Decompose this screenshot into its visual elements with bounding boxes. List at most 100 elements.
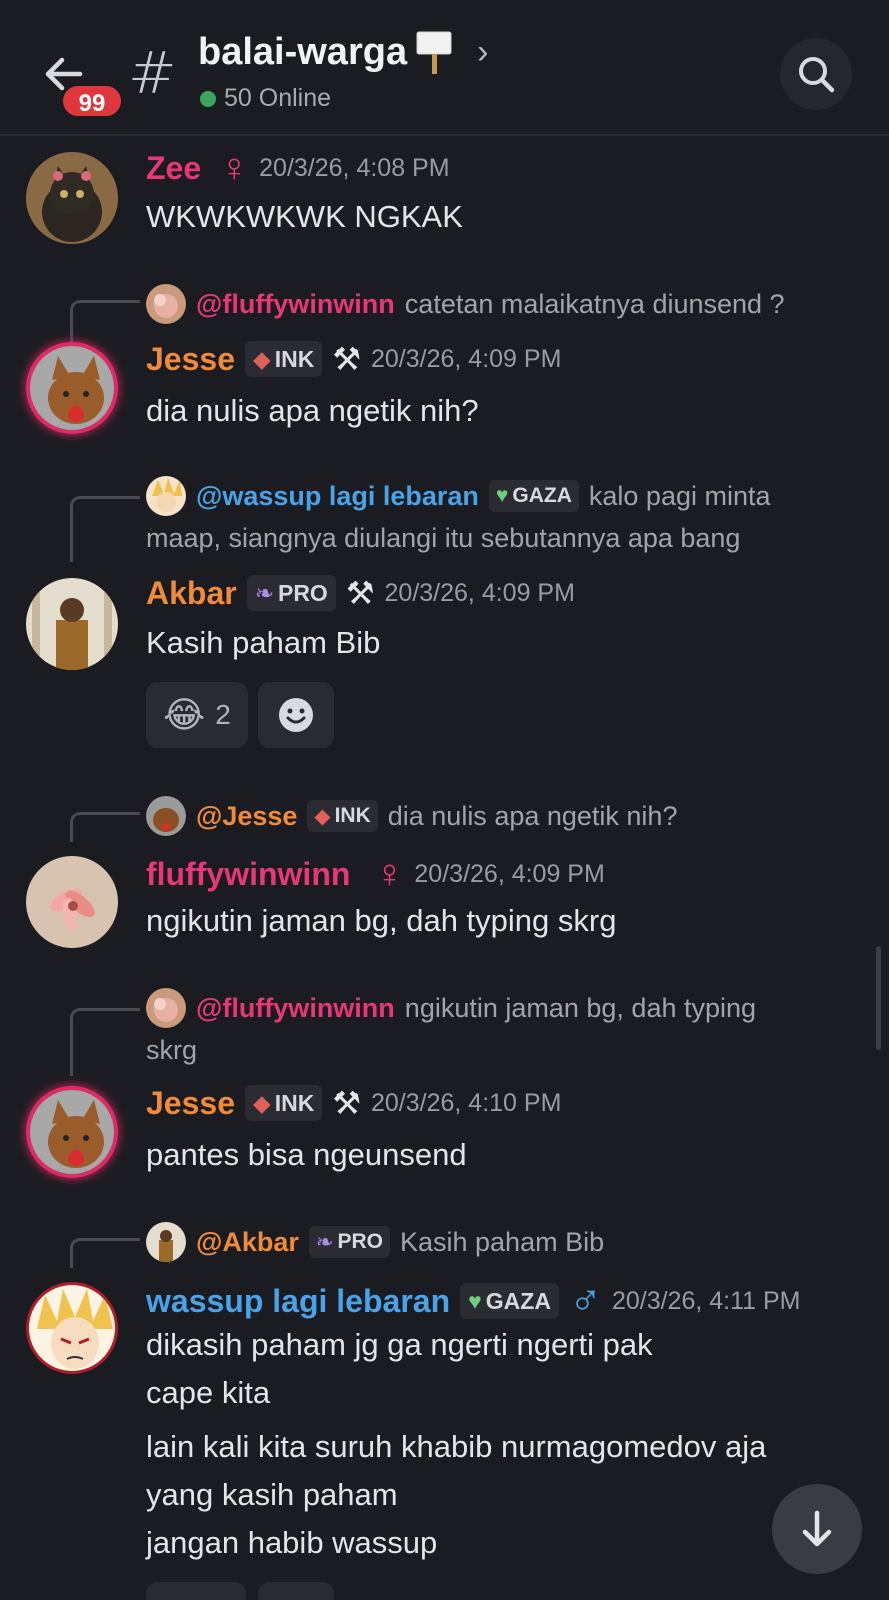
hammer-pick-icon: ⚒ (332, 341, 361, 377)
reply-connector (70, 1008, 140, 1076)
guild-tag[interactable]: ❧ PRO (246, 575, 336, 611)
reply-avatar (146, 796, 186, 836)
message-text: dikasih paham jg ga ngerti ngerti pak (146, 1327, 653, 1362)
reply-username: @Akbar (196, 1226, 299, 1257)
online-count: 50 Online (224, 84, 332, 112)
hash-icon: # (128, 39, 177, 107)
username[interactable]: wassup lagi lebaran (146, 1283, 450, 1320)
reply-username: @wassup lagi lebaran (196, 480, 479, 511)
timestamp: 20/3/26, 4:09 PM (384, 578, 575, 607)
hammer-pick-icon: ⚒ (345, 575, 375, 611)
message-text: WKWKWKWK NGKAK (146, 199, 463, 234)
reply-username: @fluffywinwinn (196, 992, 395, 1023)
feather-icon: ❧ (254, 579, 274, 606)
jump-to-bottom-button[interactable] (772, 1484, 862, 1574)
guild-tag: ❧ PRO (308, 1226, 390, 1258)
message-text: pantes bisa ngeunsend (146, 1137, 467, 1172)
message-text: dia nulis apa ngetik nih? (146, 393, 479, 428)
reply-text-continued: maap, siangnya diulangi itu sebutannya a… (146, 523, 741, 553)
joy-emoji-icon: 😂 (163, 694, 206, 735)
guild-tag-label: PRO (337, 1230, 383, 1253)
reply-preview[interactable]: @wassup lagi lebaran ♥ GAZA kalo pagi mi… (146, 476, 771, 516)
reply-avatar (146, 284, 186, 324)
guild-tag[interactable]: ◆ INK (244, 1085, 323, 1121)
online-status: 50 Online (200, 84, 331, 113)
search-button[interactable] (780, 38, 852, 110)
scrollbar[interactable] (876, 946, 881, 1050)
channel-header: 99 # balai-warga › 50 Online (0, 0, 889, 136)
reply-text: dia nulis apa ngetik nih? (387, 800, 678, 831)
avatar[interactable] (26, 342, 118, 434)
smiley-plus-icon (279, 698, 313, 732)
guild-tag[interactable]: ♥ GAZA (460, 1283, 559, 1319)
ink-drop-icon: ◆ (252, 345, 271, 372)
reply-text: kalo pagi minta (588, 480, 771, 511)
message-text: lain kali kita suruh khabib nurmagomedov… (146, 1429, 767, 1464)
guild-tag[interactable]: ◆ INK (244, 341, 323, 377)
timestamp: 20/3/26, 4:09 PM (371, 344, 562, 373)
signpost-icon (415, 30, 453, 74)
reply-preview[interactable]: @fluffywinwinn ngikutin jaman bg, dah ty… (146, 988, 756, 1028)
message-text: ngikutin jaman bg, dah typing skrg (146, 903, 617, 938)
ink-drop-icon: ◆ (252, 1089, 271, 1116)
message-text: Kasih paham Bib (146, 625, 381, 660)
message-text: yang kasih paham (146, 1477, 398, 1512)
reply-text-continued: skrg (146, 1035, 198, 1065)
reply-text: ngikutin jaman bg, dah typing (404, 992, 757, 1023)
hammer-pick-icon: ⚒ (332, 1085, 361, 1121)
timestamp: 20/3/26, 4:09 PM (414, 860, 605, 888)
green-heart-icon: ♥ (495, 484, 509, 507)
reply-text: Kasih paham Bib (399, 1226, 605, 1257)
username[interactable]: Jesse (146, 341, 235, 378)
channel-name: balai-warga (198, 30, 408, 73)
green-heart-icon: ♥ (468, 1287, 482, 1314)
timestamp: 20/3/26, 4:10 PM (371, 1088, 562, 1117)
reply-avatar (146, 988, 186, 1028)
avatar[interactable] (26, 152, 118, 244)
ink-drop-icon: ◆ (314, 804, 331, 828)
guild-tag-label: PRO (277, 579, 328, 606)
guild-tag-label: INK (274, 345, 315, 372)
message-text: cape kita (146, 1375, 271, 1410)
avatar[interactable] (26, 1086, 118, 1178)
female-symbol-icon: ♀ (374, 852, 405, 896)
reply-username: @fluffywinwinn (196, 288, 395, 319)
avatar[interactable] (26, 578, 118, 670)
reply-avatar (146, 1222, 186, 1262)
reply-preview[interactable]: @Jesse ◆ INK dia nulis apa ngetik nih? (146, 796, 677, 836)
male-symbol-icon: ♂ (568, 1276, 602, 1325)
search-icon (799, 57, 835, 93)
reply-preview[interactable]: @fluffywinwinn catetan malaikatnya diuns… (146, 284, 785, 324)
reply-preview[interactable]: @Akbar ❧ PRO Kasih paham Bib (146, 1222, 604, 1262)
username[interactable]: Zee (146, 150, 201, 187)
reply-connector (70, 1238, 140, 1268)
add-reaction-button[interactable] (258, 1582, 334, 1600)
guild-tag-label: INK (274, 1089, 315, 1116)
guild-tag: ◆ INK (307, 800, 378, 832)
reply-avatar (146, 476, 186, 516)
guild-tag-label: GAZA (485, 1287, 551, 1314)
guild-tag: ♥ GAZA (488, 480, 579, 512)
reaction-laugh[interactable]: 😂 2 (146, 682, 248, 748)
add-reaction-button[interactable] (258, 682, 334, 748)
unread-badge: 99 (60, 83, 124, 119)
message-text: jangan habib wassup (146, 1525, 438, 1560)
chevron-right-icon: › (477, 32, 489, 71)
avatar[interactable] (26, 1282, 118, 1374)
reply-connector (70, 812, 140, 842)
channel-title[interactable]: balai-warga › (198, 30, 488, 74)
username[interactable]: Akbar (146, 575, 237, 612)
timestamp: 20/3/26, 4:08 PM (259, 154, 450, 182)
reply-username: @Jesse (196, 800, 298, 831)
avatar[interactable] (26, 856, 118, 948)
timestamp: 20/3/26, 4:11 PM (611, 1286, 801, 1315)
username[interactable]: fluffywinwinn (146, 856, 350, 893)
feather-icon: ❧ (315, 1230, 334, 1254)
reply-text: catetan malaikatnya diunsend ? (404, 288, 785, 319)
username[interactable]: Jesse (146, 1085, 235, 1122)
arrow-down-icon (802, 1510, 832, 1547)
reaction-partial[interactable] (146, 1582, 246, 1600)
online-dot-icon (200, 90, 216, 107)
guild-tag-label: INK (334, 804, 371, 827)
guild-tag-label: GAZA (512, 484, 572, 507)
